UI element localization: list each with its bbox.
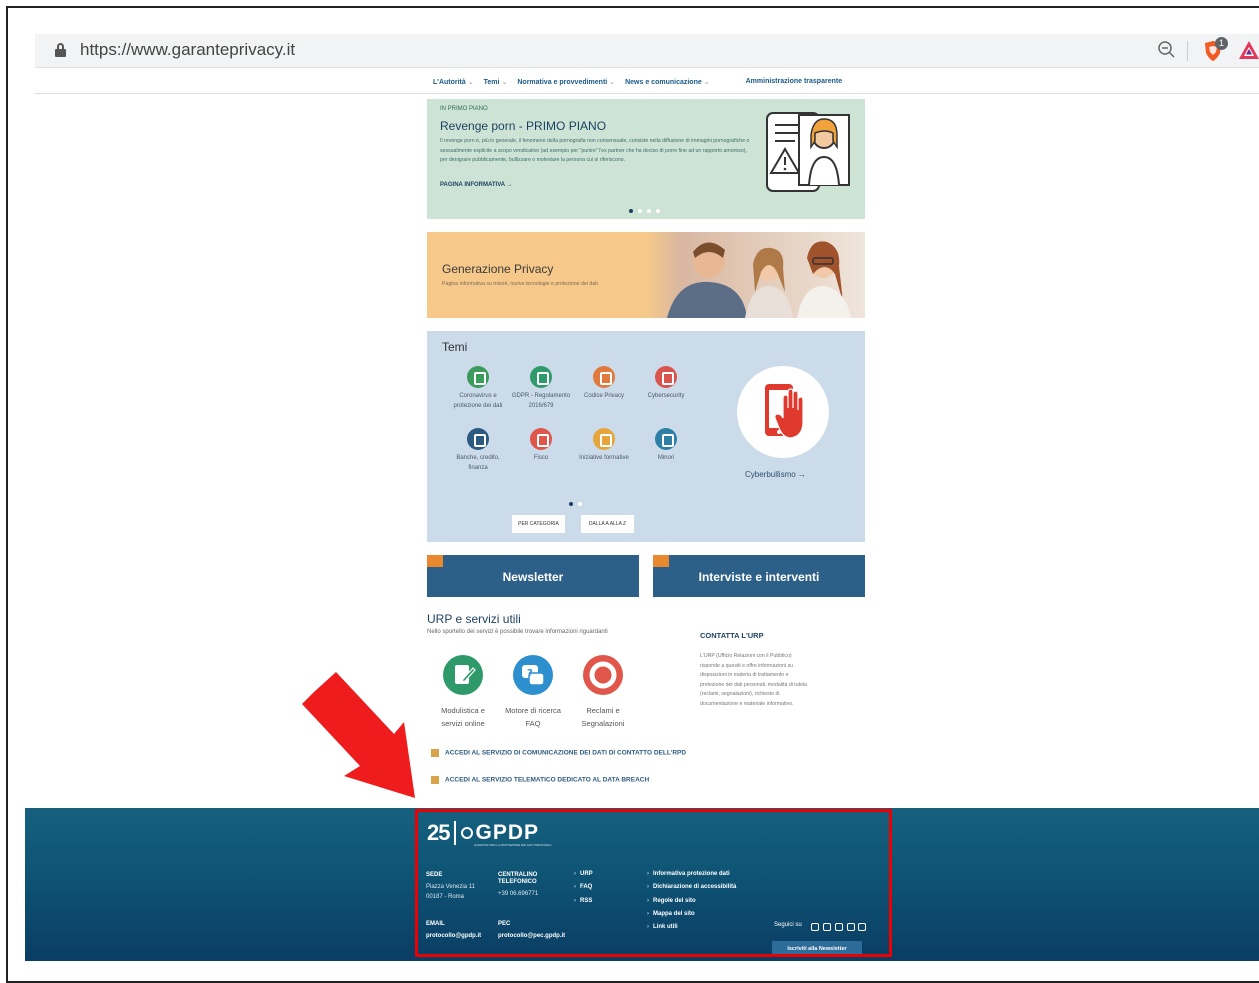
address-bar[interactable]: https://www.garanteprivacy.it 1 <box>35 34 1259 68</box>
students-photo <box>647 232 865 318</box>
hero-kicker: IN PRIMO PIANO <box>440 106 488 112</box>
hero-title[interactable]: Revenge porn - PRIMO PIANO <box>440 119 606 133</box>
child-icon <box>655 428 677 450</box>
accedi-data-breach-link[interactable]: ACCEDI AL SERVIZIO TELEMATICO DEDICATO A… <box>431 776 649 784</box>
nav-item-autorita[interactable]: L'Autorità ⌄ <box>433 78 474 86</box>
square-bullet-icon <box>431 749 439 757</box>
generazione-subtitle: Pagina informativa su minori, nuove tecn… <box>442 281 598 287</box>
shield-count-badge: 1 <box>1215 37 1228 50</box>
padlock-icon <box>593 366 615 388</box>
cybersecurity-lock-icon <box>655 366 677 388</box>
site-nav: L'Autorità ⌄ Temi ⌄ Normativa e provvedime… <box>35 74 1259 94</box>
phone-stop-hand-icon <box>765 384 804 439</box>
dalla-a-alla-z-button[interactable]: DALLA A ALLA Z <box>581 515 634 533</box>
toolbar-separator <box>1187 41 1188 61</box>
bank-icon <box>467 428 489 450</box>
lifebuoy-icon <box>583 655 623 695</box>
edit-document-icon <box>443 655 483 695</box>
tema-fisco[interactable]: Fisco <box>511 428 571 463</box>
cyberbullismo-link[interactable]: Cyberbullismo → <box>745 470 806 479</box>
lock-icon <box>55 43 66 57</box>
urp-reclami[interactable]: Reclami e Segnalazioni <box>563 655 643 730</box>
chat-question-icon: ? <box>513 655 553 695</box>
accedi-rpd-link[interactable]: ACCEDI AL SERVIZIO DI COMUNICAZIONE DEI … <box>431 749 686 757</box>
contatta-urp-title[interactable]: CONTATTA L'URP <box>700 631 764 640</box>
brave-rewards-icon[interactable] <box>1238 39 1259 61</box>
tema-banche[interactable]: Banche, credito, finanza <box>448 428 508 473</box>
urp-faq[interactable]: ? Motore di ricerca FAQ <box>493 655 573 730</box>
gdpr-document-icon <box>530 366 552 388</box>
tema-codice-privacy[interactable]: Codice Privacy <box>574 366 634 401</box>
book-icon <box>593 428 615 450</box>
nav-item-amministrazione[interactable]: Amministrazione trasparente <box>746 78 842 86</box>
tema-coronavirus[interactable]: Coronavirus e protezione dei dati <box>448 366 508 411</box>
cyberbullismo-circle[interactable] <box>737 366 829 458</box>
tema-iniziative[interactable]: Iniziative formative <box>574 428 634 463</box>
revenge-porn-illustration <box>766 112 850 192</box>
interviste-label: Interviste e interventi <box>698 570 820 584</box>
nav-item-temi[interactable]: Temi ⌄ <box>484 78 508 86</box>
per-categoria-button[interactable]: PER CATEGORIA <box>512 515 565 533</box>
contatta-urp-text: L'URP (Ufficio Relazioni con il Pubblico… <box>700 653 807 707</box>
temi-section: Temi Coronavirus e protezione dei dati G… <box>427 331 865 542</box>
temi-title: Temi <box>442 340 468 354</box>
urp-subtitle: Nello sportello dei servizi è possibile … <box>427 629 608 635</box>
interviste-box[interactable]: Interviste e interventi <box>653 555 865 597</box>
highlight-box <box>415 809 892 957</box>
wallet-icon <box>530 428 552 450</box>
hero-carousel-dots[interactable] <box>629 209 660 213</box>
url-text[interactable]: https://www.garanteprivacy.it <box>80 40 295 60</box>
generazione-privacy-banner[interactable]: Generazione Privacy Pagina informativa s… <box>427 232 865 318</box>
tema-cybersecurity[interactable]: Cybersecurity <box>636 366 696 401</box>
newsletter-label: Newsletter <box>502 570 564 584</box>
square-bullet-icon <box>431 776 439 784</box>
newsletter-box[interactable]: Newsletter <box>427 555 639 597</box>
zoom-out-icon[interactable] <box>1157 40 1177 60</box>
red-arrow-icon <box>302 672 415 798</box>
tema-gdpr[interactable]: GDPR - Regolamento 2016/679 <box>511 366 571 411</box>
hero-more-link[interactable]: PAGINA INFORMATIVA → <box>440 182 513 188</box>
coronavirus-icon <box>467 366 489 388</box>
generazione-title[interactable]: Generazione Privacy <box>442 262 553 276</box>
hero-description: Il revenge porn è, più in generale, il f… <box>440 138 750 163</box>
nav-item-news[interactable]: News e comunicazione ⌄ <box>625 78 710 86</box>
temi-carousel-dots[interactable] <box>569 502 582 506</box>
svg-text:?: ? <box>527 668 533 679</box>
tema-minori[interactable]: Minori <box>636 428 696 463</box>
urp-title: URP e servizi utili <box>427 612 521 626</box>
urp-modulistica[interactable]: Modulistica e servizi online <box>423 655 503 730</box>
hero-banner: IN PRIMO PIANO Revenge porn - PRIMO PIAN… <box>427 99 865 219</box>
nav-item-normativa[interactable]: Normativa e provvedimenti ⌄ <box>517 78 615 86</box>
